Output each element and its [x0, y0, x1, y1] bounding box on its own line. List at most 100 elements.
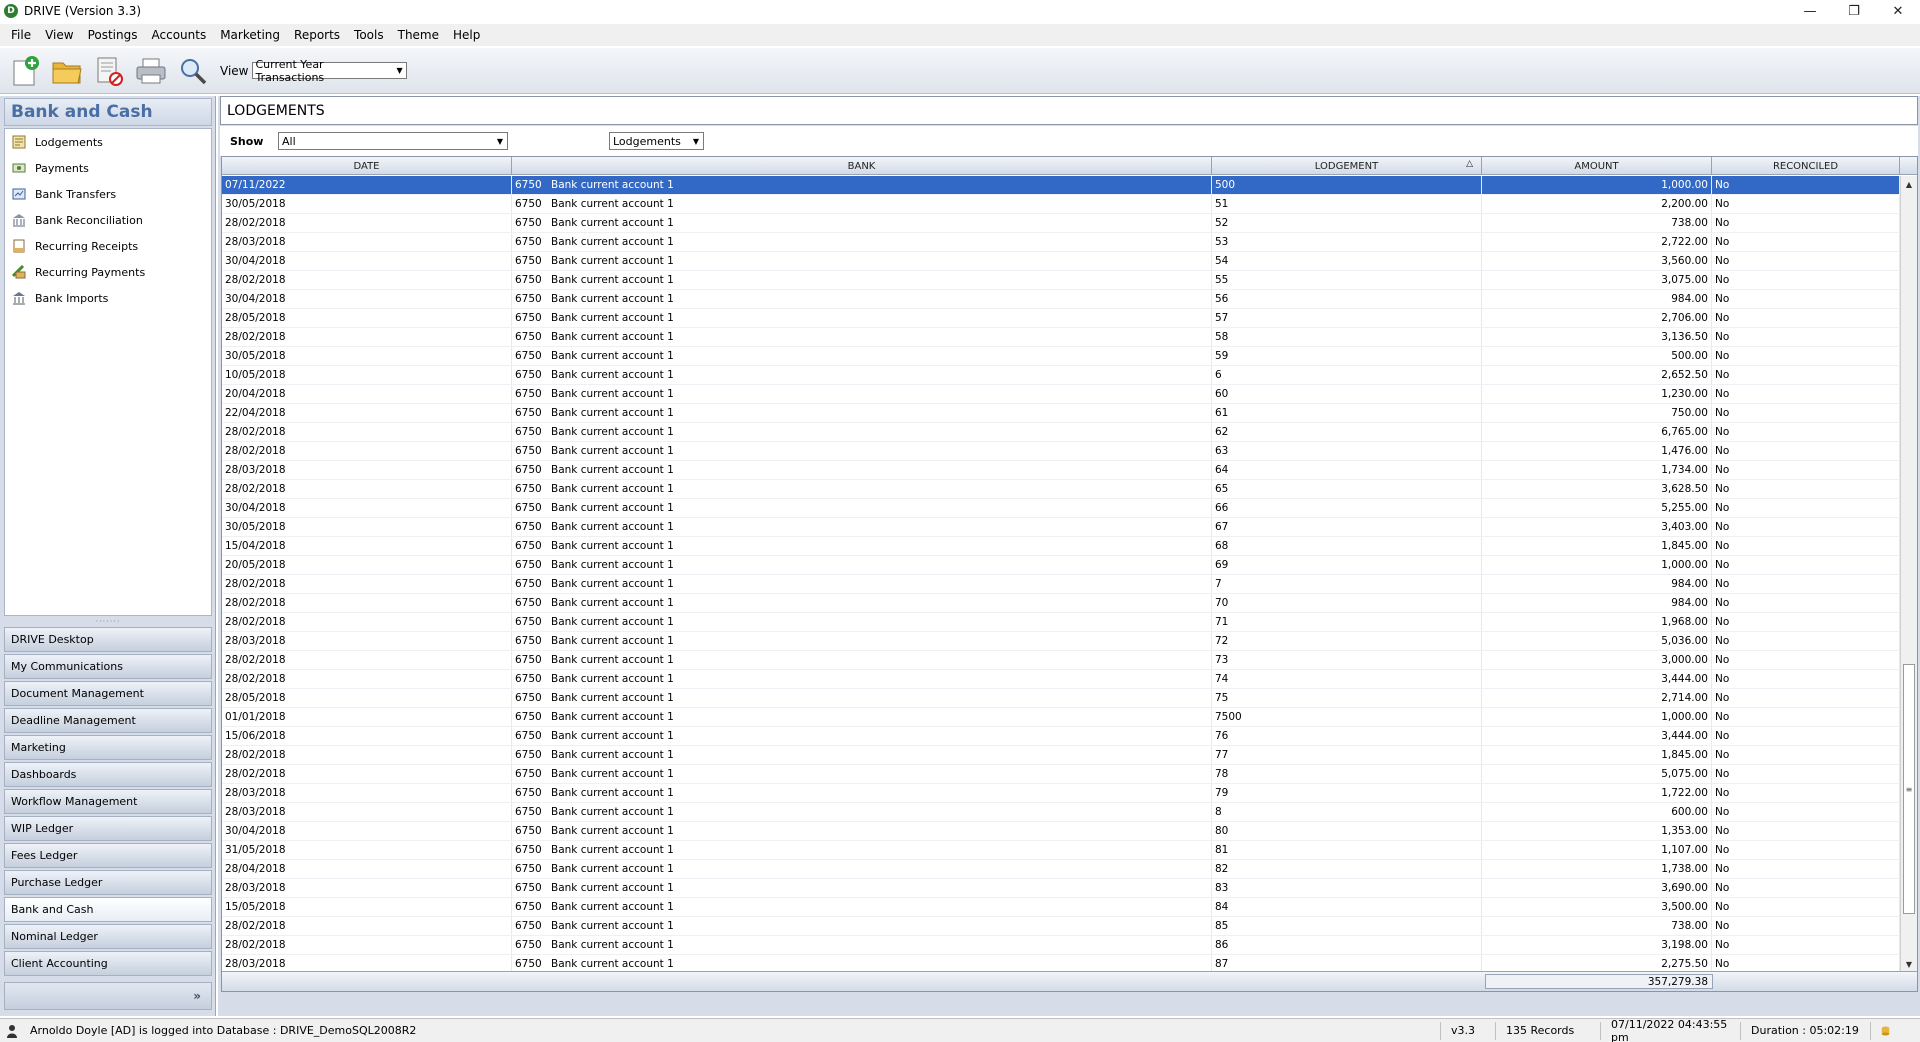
- cell-lodgement: 70: [1212, 594, 1482, 612]
- table-row[interactable]: 01/01/2018 6750 Bank current account 1 7500…: [222, 708, 1900, 727]
- nav-fees-ledger[interactable]: Fees Ledger: [4, 843, 212, 868]
- table-row[interactable]: 30/04/2018 6750 Bank current account 1 66 5,…: [222, 499, 1900, 518]
- menu-view[interactable]: View: [38, 28, 80, 42]
- nav-dashboards[interactable]: Dashboards: [4, 762, 212, 787]
- search-button[interactable]: [174, 52, 212, 90]
- menu-help[interactable]: Help: [446, 28, 487, 42]
- table-row[interactable]: 22/04/2018 6750 Bank current account 1 61 75…: [222, 404, 1900, 423]
- nav-bank-and-cash[interactable]: Bank and Cash: [4, 897, 212, 922]
- table-row[interactable]: 28/02/2018 6750 Bank current account 1 58 3,…: [222, 328, 1900, 347]
- table-row[interactable]: 30/05/2018 6750 Bank current account 1 51 2,…: [222, 195, 1900, 214]
- new-button[interactable]: [6, 52, 44, 90]
- sidebar-item-bank-reconciliation[interactable]: Bank Reconciliation: [5, 207, 211, 233]
- table-row[interactable]: 30/05/2018 6750 Bank current account 1 59 50…: [222, 347, 1900, 366]
- nav-wip-ledger[interactable]: WIP Ledger: [4, 816, 212, 841]
- cell-lodgement: 66: [1212, 499, 1482, 517]
- view-dropdown[interactable]: Current Year Transactions ▼: [252, 58, 408, 84]
- menu-postings[interactable]: Postings: [81, 28, 145, 42]
- table-row[interactable]: 28/03/2018 6750 Bank current account 1 8 600…: [222, 803, 1900, 822]
- sidebar-item-recurring-payments[interactable]: Recurring Payments: [5, 259, 211, 285]
- table-row[interactable]: 28/02/2018 6750 Bank current account 1 74 3,…: [222, 670, 1900, 689]
- table-row[interactable]: 28/05/2018 6750 Bank current account 1 75 2,…: [222, 689, 1900, 708]
- grid-vertical-scrollbar[interactable]: ▲ ≡ ▼: [1900, 176, 1917, 972]
- sidebar-item-bank-transfers[interactable]: Bank Transfers: [5, 181, 211, 207]
- sidebar-item-lodgements[interactable]: Lodgements: [5, 129, 211, 155]
- menu-tools[interactable]: Tools: [347, 28, 391, 42]
- sidebar-splitter[interactable]: ·······: [4, 617, 212, 626]
- table-row[interactable]: 28/02/2018 6750 Bank current account 1 65 3,…: [222, 480, 1900, 499]
- nav-workflow-management[interactable]: Workflow Management: [4, 789, 212, 814]
- nav-marketing[interactable]: Marketing: [4, 735, 212, 760]
- table-row[interactable]: 15/04/2018 6750 Bank current account 1 68 1,…: [222, 537, 1900, 556]
- table-row[interactable]: 28/04/2018 6750 Bank current account 1 82 1,…: [222, 860, 1900, 879]
- table-row[interactable]: 30/04/2018 6750 Bank current account 1 80 1,…: [222, 822, 1900, 841]
- nav-nominal-ledger[interactable]: Nominal Ledger: [4, 924, 212, 949]
- cell-bank: 6750 Bank current account 1: [512, 347, 1212, 365]
- nav-deadline-management[interactable]: Deadline Management: [4, 708, 212, 733]
- column-header-amount[interactable]: AMOUNT: [1482, 157, 1712, 175]
- menu-file[interactable]: File: [4, 28, 38, 42]
- nav-drive-desktop[interactable]: DRIVE Desktop: [4, 627, 212, 652]
- table-row[interactable]: 30/04/2018 6750 Bank current account 1 54 3,…: [222, 252, 1900, 271]
- type-dropdown[interactable]: Lodgements ▼: [609, 132, 704, 150]
- scroll-up-icon[interactable]: ▲: [1901, 176, 1917, 192]
- table-row[interactable]: 28/03/2018 6750 Bank current account 1 72 5,…: [222, 632, 1900, 651]
- chevron-down-icon: ▼: [396, 66, 403, 75]
- table-row[interactable]: 28/02/2018 6750 Bank current account 1 62 6,…: [222, 423, 1900, 442]
- scroll-down-icon[interactable]: ▼: [1901, 956, 1917, 972]
- sidebar-item-recurring-receipts[interactable]: Recurring Receipts: [5, 233, 211, 259]
- open-button[interactable]: [48, 52, 86, 90]
- table-row[interactable]: 15/05/2018 6750 Bank current account 1 84 3,…: [222, 898, 1900, 917]
- nav-my-communications[interactable]: My Communications: [4, 654, 212, 679]
- table-row[interactable]: 31/05/2018 6750 Bank current account 1 81 1,…: [222, 841, 1900, 860]
- column-header-bank[interactable]: BANK: [512, 157, 1212, 175]
- restore-button[interactable]: ❐: [1832, 0, 1876, 22]
- menu-reports[interactable]: Reports: [287, 28, 347, 42]
- table-row[interactable]: 28/02/2018 6750 Bank current account 1 78 5,…: [222, 765, 1900, 784]
- menu-marketing[interactable]: Marketing: [213, 28, 287, 42]
- table-row[interactable]: 28/03/2018 6750 Bank current account 1 64 1,…: [222, 461, 1900, 480]
- nav-overflow-button[interactable]: »: [4, 982, 212, 1010]
- menu-accounts[interactable]: Accounts: [145, 28, 214, 42]
- sidebar-item-bank-imports[interactable]: Bank Imports: [5, 285, 211, 311]
- delete-button[interactable]: [90, 52, 128, 90]
- close-button[interactable]: ✕: [1876, 0, 1920, 22]
- minimize-button[interactable]: —: [1788, 0, 1832, 22]
- menu-theme[interactable]: Theme: [391, 28, 446, 42]
- table-row[interactable]: 28/02/2018 6750 Bank current account 1 55 3,…: [222, 271, 1900, 290]
- column-header-date[interactable]: DATE: [222, 157, 512, 175]
- table-row[interactable]: 30/05/2018 6750 Bank current account 1 67 3,…: [222, 518, 1900, 537]
- table-row[interactable]: 28/02/2018 6750 Bank current account 1 86 3,…: [222, 936, 1900, 955]
- table-row[interactable]: 28/02/2018 6750 Bank current account 1 71 1,…: [222, 613, 1900, 632]
- table-row[interactable]: 28/03/2018 6750 Bank current account 1 83 3,…: [222, 879, 1900, 898]
- nav-client-accounting[interactable]: Client Accounting: [4, 951, 212, 976]
- cell-amount: 2,706.00: [1482, 309, 1712, 327]
- bank-name: Bank current account 1: [551, 730, 674, 742]
- table-row[interactable]: 20/05/2018 6750 Bank current account 1 69 1,…: [222, 556, 1900, 575]
- table-row[interactable]: 15/06/2018 6750 Bank current account 1 76 3,…: [222, 727, 1900, 746]
- table-row[interactable]: 28/02/2018 6750 Bank current account 1 73 3,…: [222, 651, 1900, 670]
- sidebar-item-payments[interactable]: Payments: [5, 155, 211, 181]
- table-row[interactable]: 07/11/2022 6750 Bank current account 1 500 1…: [222, 176, 1900, 195]
- column-header-reconciled[interactable]: RECONCILED: [1712, 157, 1900, 175]
- table-row[interactable]: 10/05/2018 6750 Bank current account 1 6 2,6…: [222, 366, 1900, 385]
- table-row[interactable]: 28/02/2018 6750 Bank current account 1 85 73…: [222, 917, 1900, 936]
- table-row[interactable]: 30/04/2018 6750 Bank current account 1 56 98…: [222, 290, 1900, 309]
- table-row[interactable]: 28/02/2018 6750 Bank current account 1 70 98…: [222, 594, 1900, 613]
- table-row[interactable]: 28/03/2018 6750 Bank current account 1 79 1,…: [222, 784, 1900, 803]
- table-row[interactable]: 28/05/2018 6750 Bank current account 1 57 2,…: [222, 309, 1900, 328]
- nav-purchase-ledger[interactable]: Purchase Ledger: [4, 870, 212, 895]
- table-row[interactable]: 28/03/2018 6750 Bank current account 1 53 2,…: [222, 233, 1900, 252]
- table-row[interactable]: 28/02/2018 6750 Bank current account 1 52 73…: [222, 214, 1900, 233]
- nav-document-management[interactable]: Document Management: [4, 681, 212, 706]
- show-dropdown[interactable]: All ▼: [278, 132, 508, 150]
- scrollbar-thumb[interactable]: ≡: [1903, 664, 1915, 914]
- column-header-lodgement[interactable]: LODGEMENT △: [1212, 157, 1482, 175]
- table-row[interactable]: 28/02/2018 6750 Bank current account 1 63 1,…: [222, 442, 1900, 461]
- cell-reconciled: No: [1712, 917, 1900, 935]
- table-row[interactable]: 20/04/2018 6750 Bank current account 1 60 1,…: [222, 385, 1900, 404]
- table-row[interactable]: 28/02/2018 6750 Bank current account 1 77 1,…: [222, 746, 1900, 765]
- bank-name: Bank current account 1: [551, 958, 674, 970]
- table-row[interactable]: 28/02/2018 6750 Bank current account 1 7 984…: [222, 575, 1900, 594]
- print-button[interactable]: [132, 52, 170, 90]
